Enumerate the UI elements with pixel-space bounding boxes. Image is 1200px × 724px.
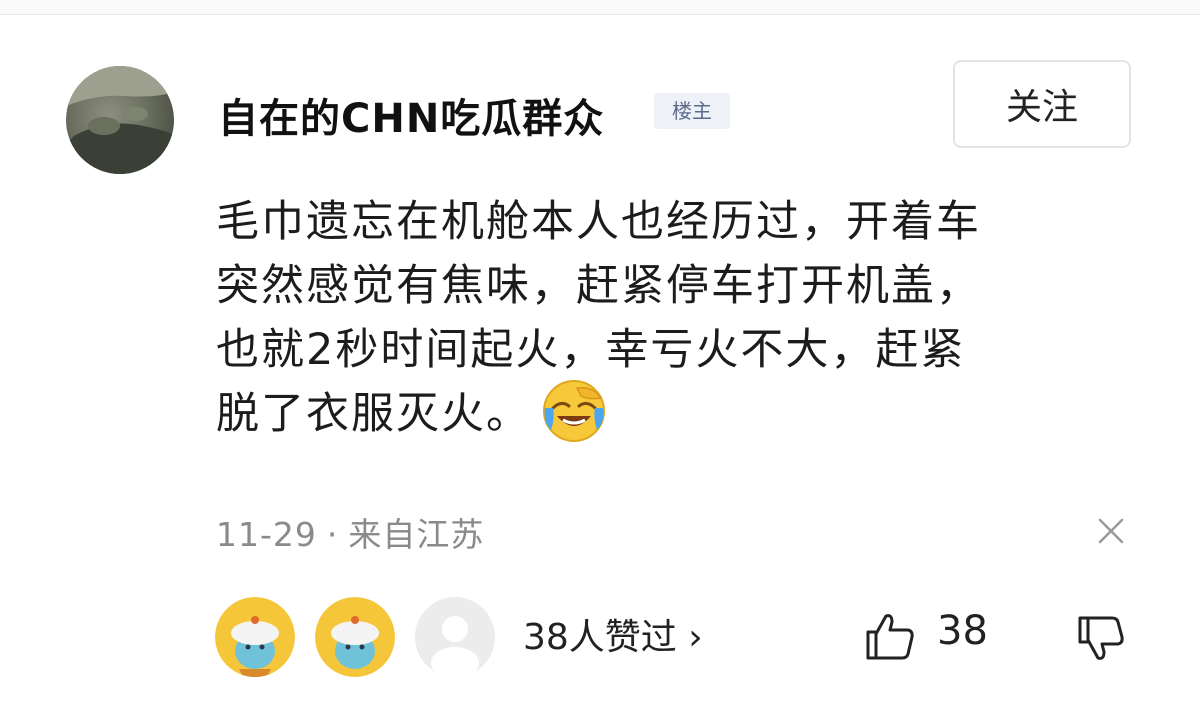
laughing-crying-emoji-icon (541, 378, 607, 444)
likers-label: 38人赞过 (523, 617, 677, 658)
comment-line-text: 脱了衣服灭火。 (216, 389, 531, 439)
close-icon[interactable] (1094, 514, 1128, 548)
comment-meta: 11-29 · 来自江苏 (216, 508, 484, 556)
comment-line: 毛巾遗忘在机舱本人也经历过，开着车 (216, 197, 981, 247)
liker-avatar[interactable] (315, 597, 395, 677)
likers-link[interactable]: 38人赞过 › (523, 608, 703, 660)
thumbs-down-icon[interactable] (1074, 612, 1128, 666)
chevron-right-icon: › (688, 617, 703, 658)
comment-location: 来自江苏 (348, 515, 485, 554)
follow-button[interactable]: 关注 (953, 60, 1131, 148)
comment-line-last: 脱了衣服灭火。 (216, 379, 1136, 450)
top-divider (0, 0, 1200, 15)
username[interactable]: 自在的CHN吃瓜群众 (218, 86, 604, 144)
user-avatar[interactable] (66, 66, 174, 174)
thumbs-up-icon[interactable] (862, 608, 918, 664)
meta-separator: · (326, 515, 339, 554)
follow-button-label: 关注 (1005, 87, 1078, 128)
comment-line: 突然感觉有焦味，赶紧停车打开机盖， (216, 261, 981, 311)
op-badge: 楼主 (654, 93, 730, 129)
comment-date: 11-29 (216, 515, 317, 554)
like-count: 38 (937, 608, 988, 654)
liker-avatar[interactable] (215, 597, 295, 677)
liker-avatar-default[interactable] (415, 597, 495, 677)
comment-line: 也就2秒时间起火，幸亏火不大，赶紧 (216, 325, 966, 375)
comment-text: 毛巾遗忘在机舱本人也经历过，开着车 突然感觉有焦味，赶紧停车打开机盖， 也就2秒… (216, 190, 1136, 450)
